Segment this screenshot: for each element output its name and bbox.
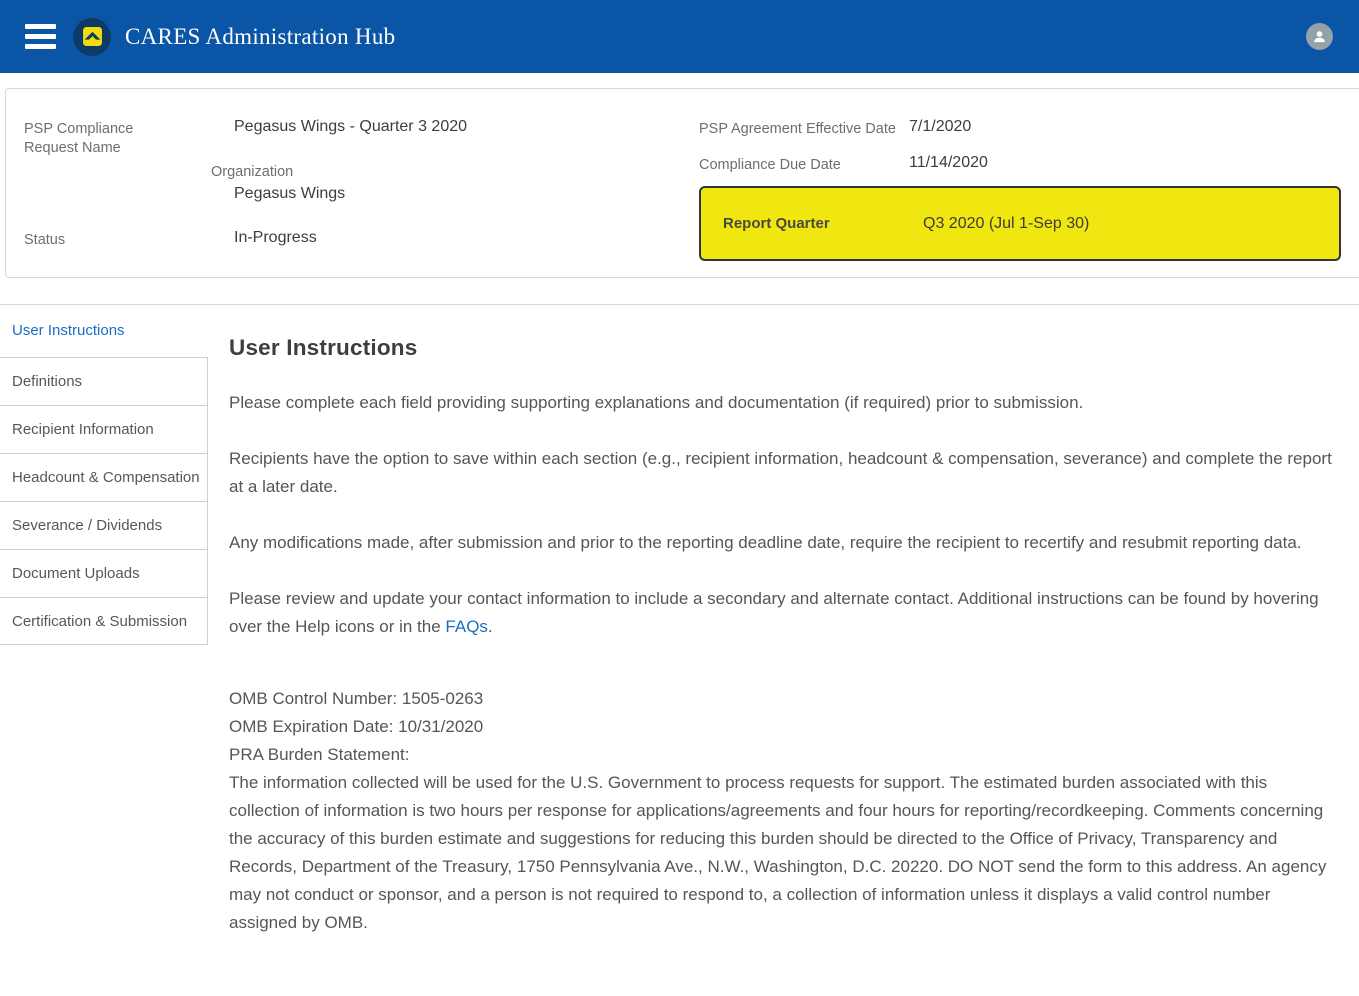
due-date-label: Compliance Due Date [699,153,909,175]
field-due-date: Compliance Due Date 11/14/2020 [699,153,1341,175]
user-avatar[interactable] [1306,23,1333,50]
request-name-label: PSP Compliance Request Name [24,117,234,158]
tab-user-instructions[interactable]: User Instructions [0,305,208,357]
report-content-section: User Instructions Definitions Recipient … [0,304,1359,996]
field-effective-date: PSP Agreement Effective Date 7/1/2020 [699,117,1341,139]
status-value: In-Progress [234,228,317,248]
pra-burden-text: The information collected will be used f… [229,769,1342,937]
organization-value: Pegasus Wings [234,184,691,204]
omb-statement-block: OMB Control Number: 1505-0263 OMB Expira… [229,685,1342,937]
omb-expiration-date: OMB Expiration Date: 10/31/2020 [229,713,1342,741]
field-organization: Organization Pegasus Wings [211,160,691,204]
instruction-paragraph-contact: Please review and update your contact in… [229,585,1342,641]
report-quarter-highlight: Report Quarter Q3 2020 (Jul 1-Sep 30) [699,186,1341,261]
report-quarter-label: Report Quarter [723,214,923,233]
tab-headcount-compensation[interactable]: Headcount & Compensation [0,453,208,501]
faqs-link[interactable]: FAQs [445,617,488,636]
report-quarter-value: Q3 2020 (Jul 1-Sep 30) [923,214,1089,234]
organization-label: Organization [211,160,421,182]
pra-burden-label: PRA Burden Statement: [229,741,1342,769]
tab-recipient-information[interactable]: Recipient Information [0,405,208,453]
tab-severance-dividends[interactable]: Severance / Dividends [0,501,208,549]
section-tabs: User Instructions Definitions Recipient … [0,305,208,996]
field-status: Status In-Progress [24,228,691,250]
summary-right-column: PSP Agreement Effective Date 7/1/2020 Co… [691,117,1341,277]
app-header: CARES Administration Hub [0,0,1359,73]
field-request-name: PSP Compliance Request Name Pegasus Wing… [24,117,691,158]
due-date-value: 11/14/2020 [909,153,988,173]
tab-definitions[interactable]: Definitions [0,357,208,405]
summary-left-column: PSP Compliance Request Name Pegasus Wing… [24,117,691,277]
app-logo [73,18,111,56]
instruction-paragraph-1: Please complete each field providing sup… [229,389,1342,417]
shield-chevron-icon [82,26,103,47]
person-icon [1311,28,1328,45]
effective-date-label: PSP Agreement Effective Date [699,117,909,139]
tab-certification-submission[interactable]: Certification & Submission [0,597,208,645]
instruction-paragraph-2: Recipients have the option to save withi… [229,445,1342,501]
contact-text-after: . [488,617,493,636]
instruction-paragraph-3: Any modifications made, after submission… [229,529,1342,557]
user-instructions-pane: User Instructions Please complete each f… [208,305,1359,996]
app-title: CARES Administration Hub [125,24,395,50]
request-name-value: Pegasus Wings - Quarter 3 2020 [234,117,467,137]
page-title: User Instructions [229,335,1342,361]
tab-document-uploads[interactable]: Document Uploads [0,549,208,597]
menu-icon[interactable] [25,19,56,54]
effective-date-value: 7/1/2020 [909,117,971,137]
status-label: Status [24,228,234,250]
contact-text-before: Please review and update your contact in… [229,589,1319,636]
omb-control-number: OMB Control Number: 1505-0263 [229,685,1342,713]
compliance-summary-card: PSP Compliance Request Name Pegasus Wing… [5,88,1359,278]
